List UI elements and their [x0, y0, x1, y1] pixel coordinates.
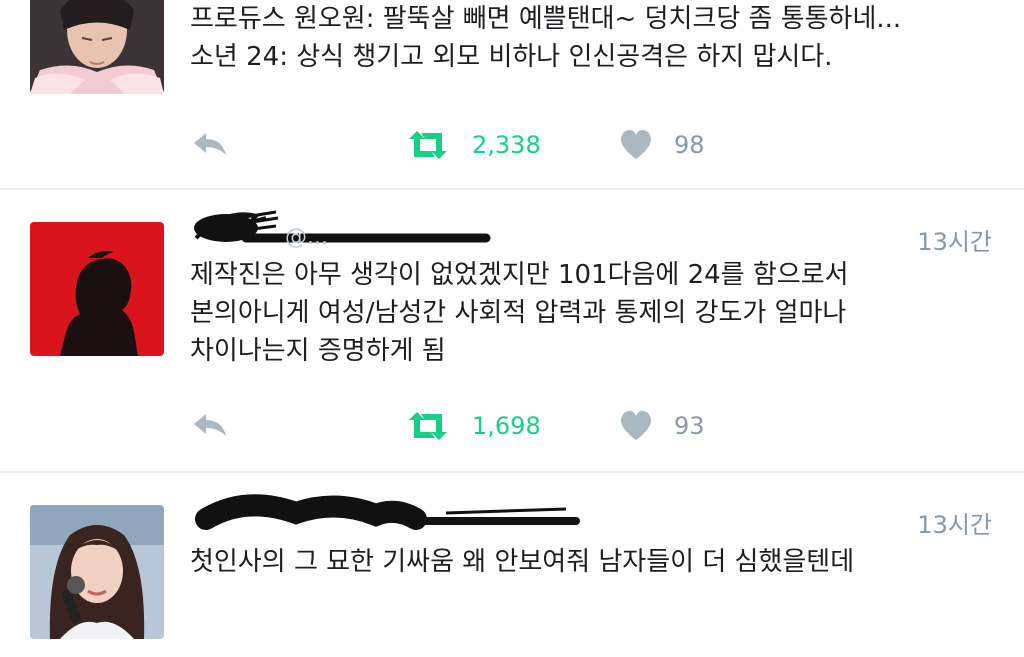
reply-button[interactable] [190, 408, 230, 444]
tweet-text-line: 제작진은 아무 생각이 없었겠지만 101다음에 24를 함으로서 [190, 260, 849, 290]
like-button[interactable] [618, 408, 654, 444]
tweet-text-line: 차이나는지 증명하게 됨 [190, 336, 446, 366]
avatar[interactable] [30, 222, 164, 356]
retweet-icon [409, 412, 447, 440]
tweet[interactable]: 13시간 첫인사의 그 묘한 기싸움 왜 안보여줘 남자들이 더 심했을텐데 [0, 473, 1024, 657]
tweet-text-line: 첫인사의 그 묘한 기싸움 왜 안보여줘 남자들이 더 심했을텐데 [190, 547, 855, 577]
like-count: 98 [674, 131, 705, 159]
retweet-icon [409, 131, 447, 159]
redaction-scribble [194, 210, 491, 243]
tweet-text: 제작진은 아무 생각이 없었겠지만 101다음에 24를 함으로서 본의아니게 … [190, 256, 990, 370]
like-count: 93 [674, 412, 705, 440]
tweet[interactable]: 프로듀스 원오원: 팔뚝살 빼면 예쁠탠대~ 덩치크당 좀 통통하네... 소년… [0, 0, 1024, 188]
tweet-text: 프로듀스 원오원: 팔뚝살 빼면 예쁠탠대~ 덩치크당 좀 통통하네... 소년… [190, 0, 990, 76]
tweet-handle: @... [285, 225, 328, 250]
tweet-text-line: 소년 24: 상식 챙기고 외모 비하나 인신공격은 하지 맙시다. [190, 42, 833, 72]
tweet-time[interactable]: 13시간 [917, 222, 992, 257]
retweet-button[interactable] [405, 127, 451, 163]
tweet-time[interactable]: 13시간 [917, 505, 992, 540]
redaction-scribble [195, 494, 580, 530]
retweet-count: 1,698 [472, 412, 541, 440]
heart-icon [620, 130, 652, 159]
tweet-text: 첫인사의 그 묘한 기싸움 왜 안보여줘 남자들이 더 심했을텐데 [190, 543, 990, 581]
avatar[interactable] [30, 0, 164, 94]
heart-icon [620, 411, 652, 440]
tweet-text-line: 본의아니게 여성/남성간 사회적 압력과 통제의 강도가 얼마나 [190, 298, 847, 328]
retweet-button[interactable] [405, 408, 451, 444]
tweet[interactable]: @... 13시간 제작진은 아무 생각이 없었겠지만 101다음에 24를 함… [0, 190, 1024, 471]
tweet-actions: 1,698 93 [0, 408, 1024, 448]
reply-button[interactable] [190, 127, 230, 163]
like-button[interactable] [618, 127, 654, 163]
retweet-count: 2,338 [472, 131, 541, 159]
reply-icon [194, 414, 226, 436]
tweet-text-line: 프로듀스 원오원: 팔뚝살 빼면 예쁠탠대~ 덩치크당 좀 통통하네... [190, 4, 902, 34]
tweet-actions: 2,338 98 [0, 127, 1024, 167]
reply-icon [194, 133, 226, 155]
avatar[interactable] [30, 505, 164, 639]
